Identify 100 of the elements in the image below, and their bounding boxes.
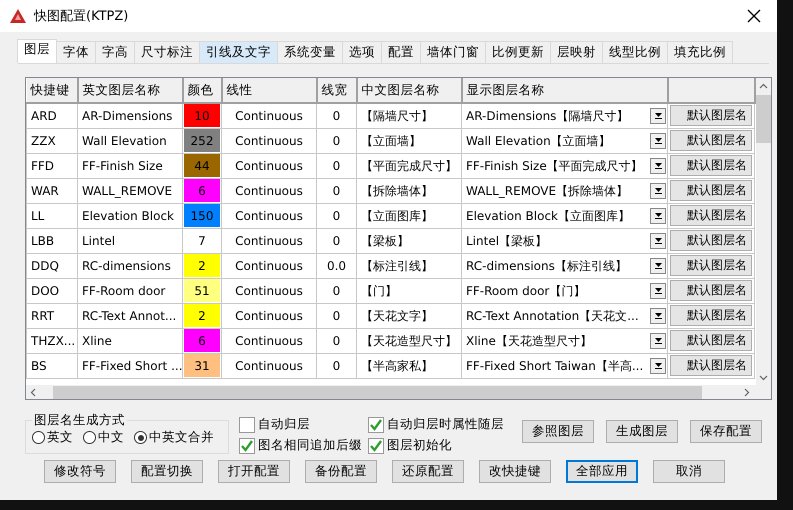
default-name-button[interactable]: 默认图层名	[670, 155, 752, 176]
column-header: 线性	[222, 78, 316, 103]
default-name-button[interactable]: 默认图层名	[670, 305, 752, 326]
checkbox-label: 图层初始化	[387, 437, 452, 454]
dropdown-button[interactable]	[650, 232, 666, 248]
color-swatch[interactable]: 2	[184, 254, 220, 277]
action-button[interactable]: 改快捷键	[479, 460, 551, 483]
checkmark-icon	[240, 438, 254, 452]
display-name-text: WALL_REMOVE【拆除墙体】	[466, 184, 628, 198]
dropdown-button[interactable]	[650, 282, 666, 298]
table-cell: BS	[26, 353, 78, 378]
dropdown-button[interactable]	[650, 258, 666, 274]
table-cell: WAR	[26, 178, 78, 203]
action-button[interactable]: 还原配置	[392, 460, 464, 483]
chevron-down-icon[interactable]	[759, 373, 768, 382]
scrollbar-thumb[interactable]	[53, 386, 702, 398]
dropdown-button[interactable]	[650, 358, 666, 374]
logo-icon	[10, 9, 26, 23]
action-button[interactable]: 修改符号	[44, 460, 116, 483]
table-cell: 【标注引线】	[356, 253, 462, 278]
color-swatch[interactable]: 6	[184, 329, 220, 352]
action-button[interactable]: 生成图层	[606, 420, 678, 443]
color-swatch[interactable]: 51	[184, 279, 220, 302]
caret-icon	[654, 186, 662, 195]
default-name-button[interactable]: 默认图层名	[670, 180, 752, 201]
default-name-button[interactable]: 默认图层名	[670, 355, 752, 376]
action-button[interactable]: 取消	[653, 460, 725, 483]
default-name-button[interactable]: 默认图层名	[670, 205, 752, 226]
checkmark-icon	[369, 438, 383, 452]
default-name-button[interactable]: 默认图层名	[670, 330, 752, 351]
color-swatch[interactable]: 10	[184, 104, 220, 127]
table-cell: ZZX	[26, 128, 78, 153]
column-header: 快捷键	[26, 78, 78, 103]
dropdown-button[interactable]	[650, 208, 666, 224]
checkbox[interactable]	[239, 438, 255, 454]
default-name-button[interactable]: 默认图层名	[670, 255, 752, 276]
dropdown-button[interactable]	[650, 332, 666, 348]
dropdown-button[interactable]	[650, 158, 666, 174]
table-cell: 0	[316, 228, 356, 253]
tab[interactable]: 引线及文字	[199, 41, 278, 63]
radio-button[interactable]	[32, 431, 45, 444]
table-cell: 0	[316, 128, 356, 153]
chevron-up-icon[interactable]	[759, 82, 768, 91]
default-name-button[interactable]: 默认图层名	[670, 105, 752, 126]
table-cell: 【立面墙】	[356, 128, 462, 153]
checkbox[interactable]	[368, 438, 384, 454]
table-cell: Continuous	[222, 128, 316, 153]
radio-button[interactable]	[83, 431, 96, 444]
group-title: 图层名生成方式	[33, 412, 126, 429]
table-cell: Continuous	[222, 303, 316, 328]
action-button[interactable]: 全部应用	[566, 460, 638, 483]
display-name-text: AR-Dimensions【隔墙尺寸】	[466, 108, 628, 123]
scrollbar-thumb[interactable]	[756, 95, 771, 143]
table-cell: RC-dimensions	[78, 253, 182, 278]
action-button[interactable]: 打开配置	[218, 460, 290, 483]
chevron-left-icon[interactable]	[29, 388, 38, 396]
table-cell: 【隔墙尺寸】	[356, 103, 462, 128]
radio-label: 中英文合并	[149, 429, 214, 446]
action-button[interactable]: 保存配置	[690, 420, 762, 443]
table-cell: DOO	[26, 278, 78, 303]
table-cell: Continuous	[222, 228, 316, 253]
close-icon[interactable]	[747, 9, 761, 23]
tab[interactable]: 填充比例	[667, 41, 733, 63]
dropdown-button[interactable]	[650, 182, 666, 198]
table-cell: ARD	[26, 103, 78, 128]
action-button[interactable]: 备份配置	[305, 460, 377, 483]
table-cell: THZX...	[26, 328, 78, 353]
action-button[interactable]: 参照图层	[522, 420, 594, 443]
color-swatch[interactable]: 252	[184, 129, 220, 152]
action-button[interactable]: 配置切换	[131, 460, 203, 483]
radio-button[interactable]	[134, 431, 147, 444]
tab[interactable]: 图层	[17, 39, 57, 63]
default-name-button[interactable]: 默认图层名	[670, 130, 752, 151]
checkbox-label: 图名相同追加后缀	[258, 437, 362, 454]
default-name-button[interactable]: 默认图层名	[670, 230, 752, 251]
checkbox[interactable]	[368, 416, 384, 432]
color-swatch[interactable]: 150	[184, 204, 220, 227]
checkbox[interactable]	[239, 416, 255, 432]
caret-icon	[654, 211, 662, 220]
table-cell: 0	[316, 103, 356, 128]
table-cell: 【半高家私】	[356, 353, 462, 378]
chevron-right-icon[interactable]	[742, 388, 751, 396]
checkbox-label: 自动归层	[258, 416, 310, 433]
table-cell: 0	[316, 353, 356, 378]
color-swatch[interactable]: 31	[184, 354, 220, 377]
dropdown-button[interactable]	[650, 308, 666, 324]
table-cell: 0	[316, 153, 356, 178]
color-swatch[interactable]: 44	[184, 154, 220, 177]
default-name-button[interactable]: 默认图层名	[670, 280, 752, 301]
color-swatch[interactable]: 6	[184, 179, 220, 202]
dropdown-button[interactable]	[650, 108, 666, 124]
vertical-scrollbar[interactable]	[756, 78, 771, 385]
checkmark-icon	[369, 418, 383, 432]
caret-icon	[654, 161, 662, 170]
color-swatch[interactable]: 2	[184, 304, 220, 327]
caret-icon	[654, 286, 662, 295]
table-cell: RRT	[26, 303, 78, 328]
horizontal-scrollbar[interactable]	[26, 385, 771, 399]
table-cell: Lintel	[78, 228, 182, 253]
dropdown-button[interactable]	[650, 132, 666, 148]
